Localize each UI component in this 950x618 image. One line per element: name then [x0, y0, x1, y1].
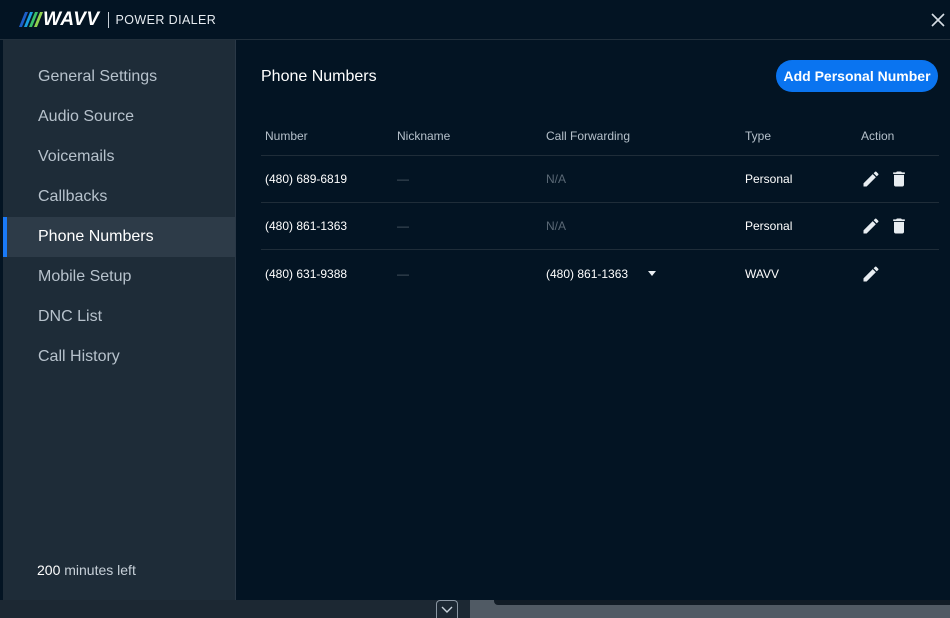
table-header: Number Nickname Call Forwarding Type Act…: [261, 116, 939, 156]
minutes-suffix: minutes left: [60, 562, 136, 578]
pencil-icon: [863, 171, 879, 187]
cell-actions: [857, 169, 939, 189]
product-name: POWER DIALER: [115, 12, 217, 27]
pencil-icon: [863, 265, 879, 281]
edit-button[interactable]: [861, 169, 881, 189]
cell-type: Personal: [745, 219, 793, 233]
cell-type: Personal: [745, 172, 793, 186]
column-header-number: Number: [265, 128, 308, 143]
page-title: Phone Numbers: [261, 68, 377, 85]
sidebar-item-call-history[interactable]: Call History: [3, 337, 235, 377]
sidebar-item-general-settings[interactable]: General Settings: [3, 57, 235, 97]
logo-wordmark: WAVV: [43, 8, 100, 30]
cell-nickname: —: [397, 172, 409, 186]
column-header-nickname: Nickname: [397, 128, 451, 143]
settings-sidebar: General Settings Audio Source Voicemails…: [3, 40, 236, 600]
settings-modal: WAVV POWER DIALER General Settings Audio…: [0, 0, 950, 600]
sidebar-item-label: Callbacks: [38, 188, 108, 205]
phone-numbers-panel: Phone Numbers Add Personal Number Number…: [237, 40, 950, 600]
edit-button[interactable]: [861, 216, 881, 236]
wavv-logo: WAVV POWER DIALER: [18, 8, 217, 31]
sidebar-item-label: Voicemails: [38, 148, 115, 165]
cell-call-forwarding: N/A: [546, 172, 567, 186]
column-header-type: Type: [745, 128, 772, 143]
sidebar-item-phone-numbers[interactable]: Phone Numbers: [3, 217, 235, 257]
delete-button[interactable]: [889, 169, 909, 189]
column-header-call-forwarding: Call Forwarding: [546, 128, 631, 143]
cell-actions: [857, 264, 939, 284]
sidebar-item-audio-source[interactable]: Audio Source: [3, 97, 235, 137]
settings-nav: General Settings Audio Source Voicemails…: [3, 40, 235, 377]
close-button[interactable]: [928, 10, 948, 30]
cell-call-forwarding: (480) 861-1363: [543, 267, 741, 281]
sidebar-item-label: General Settings: [38, 68, 158, 85]
trash-icon: [893, 218, 905, 234]
cell-number: (480) 861-1363: [265, 219, 348, 233]
modal-header: WAVV POWER DIALER: [0, 0, 950, 40]
sidebar-item-label: Audio Source: [38, 108, 135, 125]
cell-actions: [857, 216, 939, 236]
call-forwarding-select[interactable]: (480) 861-1363: [546, 266, 657, 281]
sidebar-item-label: DNC List: [38, 308, 103, 325]
minutes-remaining: 200 minutes left: [37, 562, 136, 578]
table-row: (480) 689-6819 — N/A Personal: [261, 156, 939, 203]
minutes-value: 200: [37, 562, 61, 578]
sidebar-item-callbacks[interactable]: Callbacks: [3, 177, 235, 217]
phone-numbers-table: Number Nickname Call Forwarding Type Act…: [261, 116, 939, 297]
cell-type: WAVV: [745, 266, 780, 281]
cell-call-forwarding: N/A: [546, 219, 567, 233]
sidebar-item-label: Phone Numbers: [38, 228, 154, 245]
sidebar-item-label: Call History: [38, 348, 120, 365]
chevron-down-icon: [441, 606, 453, 613]
sidebar-item-label: Mobile Setup: [38, 268, 132, 285]
cell-nickname: —: [397, 266, 409, 281]
column-header-action: Action: [861, 128, 895, 143]
background-expand-button[interactable]: [436, 600, 458, 618]
table-row: (480) 861-1363 — N/A Personal: [261, 203, 939, 250]
sidebar-item-voicemails[interactable]: Voicemails: [3, 137, 235, 177]
cell-nickname: —: [397, 219, 409, 233]
sidebar-item-dnc-list[interactable]: DNC List: [3, 297, 235, 337]
cell-number: (480) 689-6819: [265, 172, 348, 186]
close-icon: [931, 13, 945, 27]
caret-down-icon: [648, 271, 657, 276]
call-forwarding-value: (480) 861-1363: [546, 266, 629, 281]
logo-stripes-icon: [18, 12, 44, 27]
cell-number: (480) 631-9388: [265, 266, 348, 281]
delete-button[interactable]: [889, 216, 909, 236]
add-personal-number-button[interactable]: Add Personal Number: [776, 60, 938, 92]
pencil-icon: [863, 218, 879, 234]
sidebar-item-mobile-setup[interactable]: Mobile Setup: [3, 257, 235, 297]
edit-button[interactable]: [861, 264, 881, 284]
logo-divider: [107, 11, 109, 28]
trash-icon: [893, 171, 905, 187]
table-row: (480) 631-9388 — (480) 861-1363 WAVV: [261, 250, 939, 297]
